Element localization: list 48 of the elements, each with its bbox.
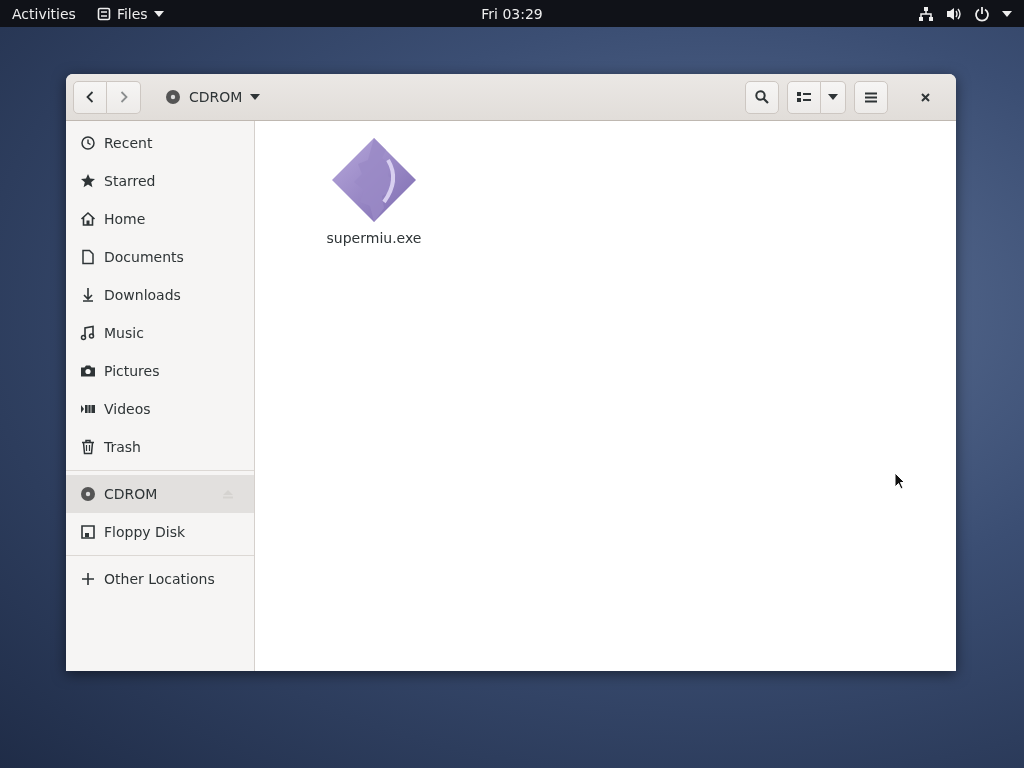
sidebar-item[interactable]: Other Locations bbox=[66, 560, 254, 598]
sidebar-item[interactable]: Floppy Disk bbox=[66, 513, 254, 551]
sidebar-item[interactable]: CDROM bbox=[66, 475, 254, 513]
file-name[interactable]: supermiu.exe bbox=[326, 230, 422, 246]
sidebar-item[interactable]: Documents bbox=[66, 238, 254, 276]
sidebar-item[interactable]: Trash bbox=[66, 428, 254, 466]
close-icon bbox=[920, 92, 930, 102]
caret-icon bbox=[153, 10, 164, 17]
caret-icon bbox=[1002, 10, 1012, 17]
menu-button[interactable] bbox=[854, 80, 888, 114]
document-icon bbox=[80, 249, 96, 265]
clock-icon bbox=[80, 135, 96, 151]
sidebar-item[interactable]: Pictures bbox=[66, 352, 254, 390]
home-icon bbox=[80, 211, 96, 227]
sidebar-item[interactable]: Downloads bbox=[66, 276, 254, 314]
volume-icon[interactable] bbox=[946, 5, 962, 22]
view-button[interactable] bbox=[787, 80, 821, 114]
menu-icon bbox=[865, 91, 877, 103]
trash-icon bbox=[80, 439, 96, 455]
list-view-icon bbox=[797, 91, 811, 103]
location-button[interactable]: CDROM bbox=[161, 89, 265, 105]
star-icon bbox=[80, 173, 96, 189]
sidebar-item[interactable]: Videos bbox=[66, 390, 254, 428]
view-options-button[interactable] bbox=[821, 80, 846, 114]
mouse-pointer-icon bbox=[894, 472, 905, 490]
file-cabinet-icon bbox=[96, 6, 111, 21]
sidebar-item[interactable]: Home bbox=[66, 200, 254, 238]
clock[interactable]: Fri 03:29 bbox=[481, 5, 543, 22]
power-icon[interactable] bbox=[974, 5, 990, 22]
network-icon[interactable] bbox=[918, 5, 934, 22]
sidebar-item[interactable]: Music bbox=[66, 314, 254, 352]
search-button[interactable] bbox=[745, 80, 779, 114]
executable-file-icon[interactable] bbox=[330, 136, 418, 224]
caret-icon bbox=[828, 94, 838, 100]
search-icon bbox=[755, 90, 769, 104]
chevron-right-icon bbox=[119, 91, 128, 103]
chevron-left-icon bbox=[86, 91, 94, 103]
caret-icon bbox=[250, 94, 261, 100]
disc-icon bbox=[165, 89, 181, 105]
plus-icon bbox=[80, 571, 96, 587]
disc-icon bbox=[80, 486, 96, 502]
music-note-icon bbox=[80, 325, 96, 341]
activities-button[interactable]: Activities bbox=[12, 5, 76, 22]
sidebar-item[interactable]: Recent bbox=[66, 124, 254, 162]
app-menu-button[interactable]: Files bbox=[96, 5, 164, 22]
camera-icon bbox=[80, 363, 96, 379]
sidebar-item[interactable]: Starred bbox=[66, 162, 254, 200]
download-icon bbox=[80, 287, 96, 303]
